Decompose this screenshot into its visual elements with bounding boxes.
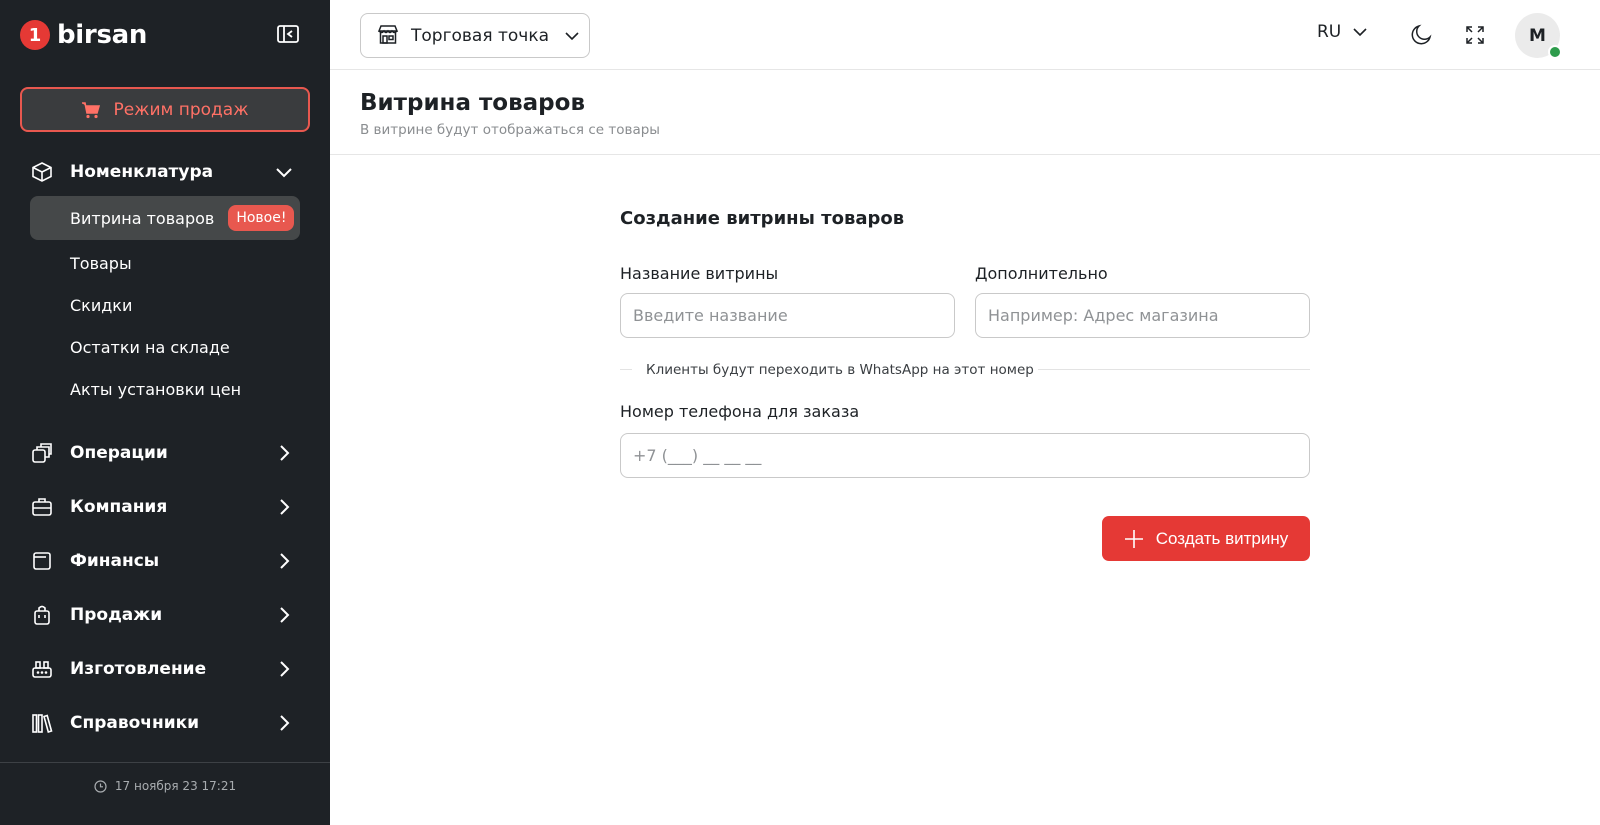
bag-icon	[30, 603, 54, 627]
nav-group-operations[interactable]: Операции	[30, 438, 300, 468]
sidebar-item-label: Товары	[70, 253, 132, 273]
page-header: Витрина товаров В витрине будут отобража…	[330, 70, 1600, 155]
logo-mark: 1	[20, 20, 50, 50]
store-select[interactable]: Торговая точка	[360, 13, 590, 58]
store-icon	[377, 23, 399, 49]
nav-group-company[interactable]: Компания	[30, 492, 300, 522]
create-showcase-label: Создать витрину	[1155, 528, 1289, 548]
showcase-name-input[interactable]	[620, 293, 955, 338]
nav-group-label: Номенклатура	[70, 162, 214, 182]
page-title: Витрина товаров	[360, 90, 586, 116]
logo[interactable]: 1 birsan	[20, 18, 147, 52]
clock-icon	[94, 779, 107, 793]
cart-icon	[81, 101, 101, 119]
fullscreen-icon[interactable]	[1462, 22, 1488, 48]
plus-icon	[1124, 529, 1144, 549]
sidebar-item-price-acts[interactable]: Акты установки цен	[30, 367, 300, 411]
logo-mark-digit: 1	[28, 24, 42, 46]
new-badge: Новое!	[228, 205, 295, 231]
sales-mode-button[interactable]: Режим продаж	[20, 87, 310, 132]
online-status-dot	[1548, 45, 1562, 59]
sidebar: 1 birsan Режим продаж Номенклатура Витри…	[0, 0, 330, 825]
chevron-right-icon	[274, 713, 294, 733]
nav-group-label: Операции	[70, 443, 168, 463]
layers-icon	[30, 441, 54, 465]
page-subtitle: В витрине будут отображаться се товары	[360, 122, 660, 138]
collapse-sidebar-icon[interactable]	[276, 24, 300, 46]
sidebar-item-showcase[interactable]: Витрина товаров Новое!	[30, 196, 300, 240]
briefcase-icon	[30, 495, 54, 519]
factory-icon	[30, 657, 54, 681]
sidebar-item-stock[interactable]: Остатки на складе	[30, 325, 300, 369]
extra-info-input[interactable]	[975, 293, 1310, 338]
avatar[interactable]: M	[1515, 13, 1562, 59]
box-icon	[30, 160, 54, 184]
store-select-label: Торговая точка	[411, 25, 550, 46]
sales-mode-label: Режим продаж	[113, 99, 249, 120]
divider-line-right	[1038, 369, 1310, 370]
chevron-down-icon	[1351, 23, 1369, 41]
nav-group-nomenclature[interactable]: Номенклатура	[30, 157, 300, 187]
nav-group-label: Продажи	[70, 605, 163, 625]
chevron-right-icon	[274, 605, 294, 625]
logo-text: birsan	[57, 20, 148, 50]
nav-group-manufacturing[interactable]: Изготовление	[30, 654, 300, 684]
extra-field-label: Дополнительно	[975, 264, 1108, 283]
nav-group-sales[interactable]: Продажи	[30, 600, 300, 630]
chevron-down-icon	[274, 162, 294, 182]
name-field-label: Название витрины	[620, 264, 779, 283]
sidebar-divider	[0, 762, 330, 763]
create-showcase-button[interactable]: Создать витрину	[1102, 516, 1310, 561]
phone-input[interactable]	[620, 433, 1310, 478]
chevron-right-icon	[274, 659, 294, 679]
nav-group-label: Изготовление	[70, 659, 207, 679]
sidebar-item-label: Остатки на складе	[70, 337, 230, 357]
nav-group-references[interactable]: Справочники	[30, 708, 300, 738]
language-label: RU	[1317, 22, 1342, 42]
form-title: Создание витрины товаров	[620, 208, 905, 229]
language-select[interactable]: RU	[1317, 22, 1369, 42]
phone-field-label: Номер телефона для заказа	[620, 402, 860, 421]
topbar: Торговая точка RU M	[330, 0, 1600, 70]
chevron-right-icon	[274, 443, 294, 463]
chevron-right-icon	[274, 551, 294, 571]
footer-datetime: 17 ноября 23 17:21	[114, 779, 237, 793]
books-icon	[30, 711, 54, 735]
nav-group-label: Финансы	[70, 551, 160, 571]
wallet-icon	[30, 549, 54, 573]
nav-group-label: Компания	[70, 497, 168, 517]
whatsapp-hint: Клиенты будут переходить в WhatsApp на э…	[646, 362, 1034, 378]
sidebar-item-discounts[interactable]: Скидки	[30, 283, 300, 327]
sidebar-item-label: Витрина товаров	[70, 208, 215, 228]
avatar-initial: M	[1529, 25, 1546, 46]
sidebar-item-label: Акты установки цен	[70, 379, 242, 399]
chevron-down-icon	[563, 27, 581, 45]
sidebar-footer: 17 ноября 23 17:21	[0, 779, 330, 793]
sidebar-item-label: Скидки	[70, 295, 133, 315]
nav-group-finance[interactable]: Финансы	[30, 546, 300, 576]
chevron-right-icon	[274, 497, 294, 517]
moon-icon[interactable]	[1408, 22, 1434, 48]
divider-line-left	[620, 369, 632, 370]
sidebar-item-products[interactable]: Товары	[30, 241, 300, 285]
nav-group-label: Справочники	[70, 713, 200, 733]
